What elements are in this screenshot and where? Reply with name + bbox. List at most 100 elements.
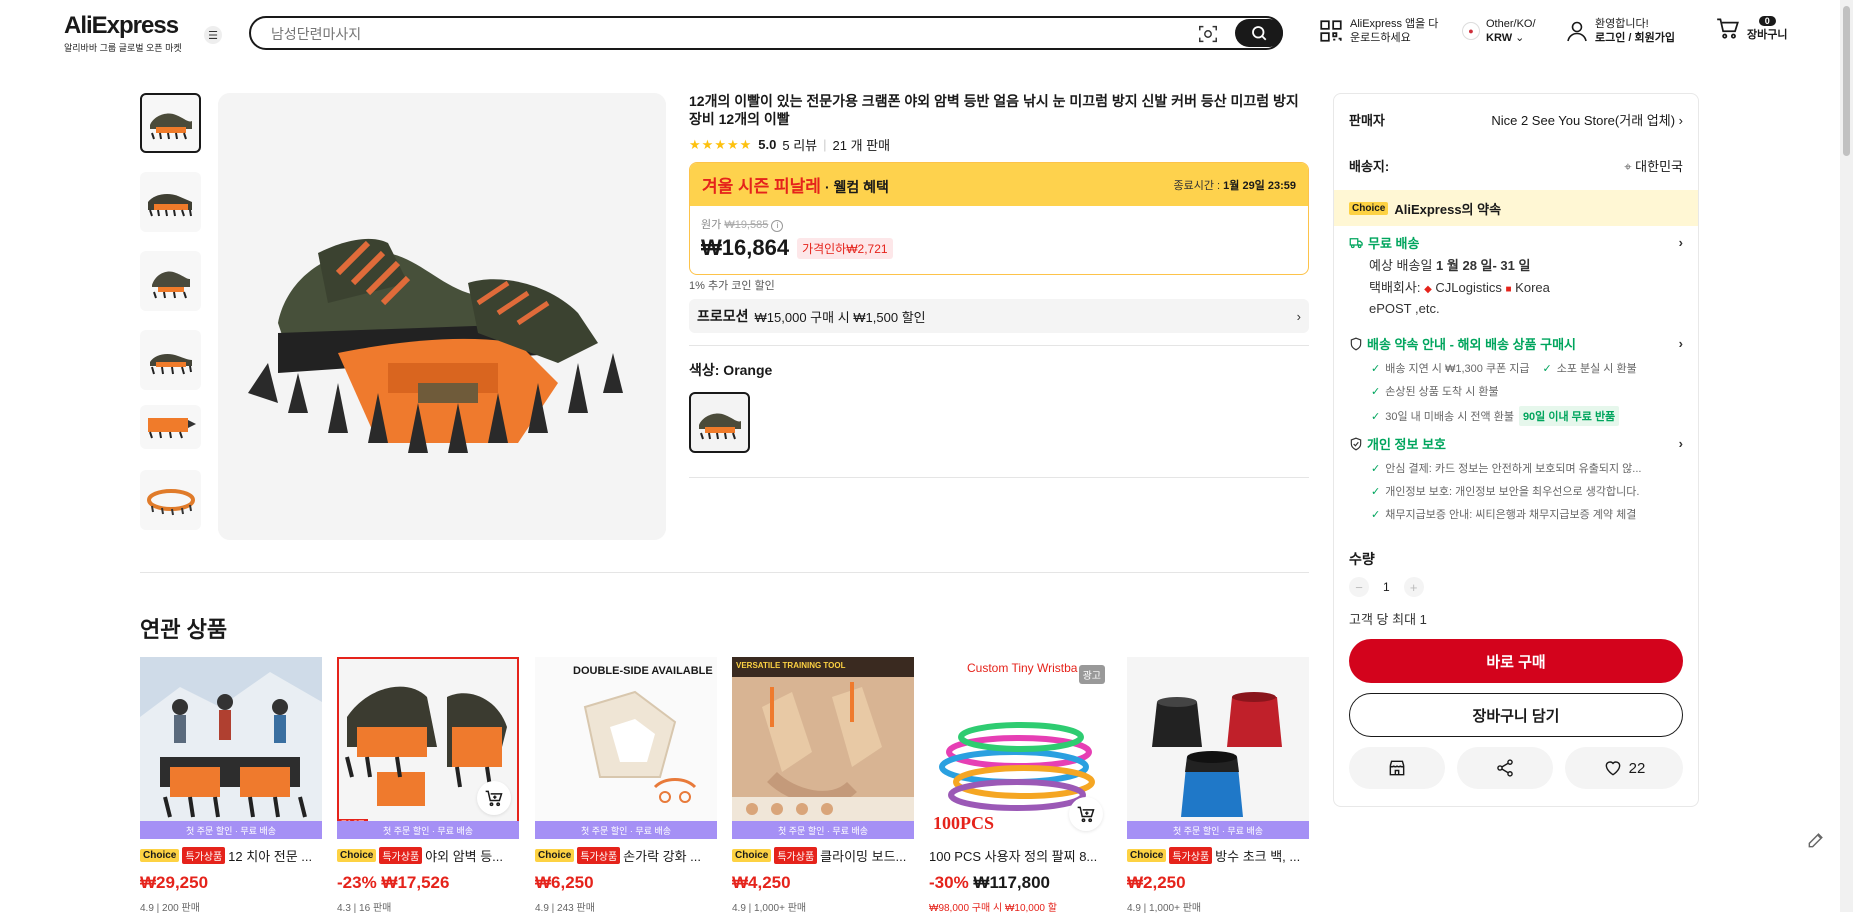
add-to-cart-button[interactable] [1069,797,1103,831]
promo-band: 첫 주문 할인 · 무료 배송 [1127,821,1309,839]
chevron-right-icon: › [1296,308,1301,324]
product-thumbnail[interactable]: DOUBLE-SIDE AVAILABLE 첫 주문 할인 · 무료 배송 [535,657,717,839]
deal-tag: 특가상품 [182,847,226,864]
gallery-thumb-1[interactable] [140,93,201,153]
related-product-card[interactable]: Custom Tiny Wristba 100PCS 광고 100 PCS 사용… [929,657,1111,914]
choice-tag: Choice [1349,201,1389,215]
wishlist-button[interactable]: 22 [1565,747,1683,789]
promotion-row[interactable]: 프로모션 ₩15,000 구매 시 ₩1,500 할인 › [689,299,1309,333]
reviews-link[interactable]: 5 리뷰 [782,135,817,154]
product-name[interactable]: 방수 초크 백, ... [1215,846,1300,865]
menu-icon[interactable]: ☰ [204,26,222,44]
privacy-block[interactable]: 개인 정보 보호 › ✓ 안심 결제: 카드 정보는 안전하게 보호되며 유출되지 … [1349,434,1683,522]
cj-logo-icon: ◆ [1424,284,1432,295]
increase-button[interactable]: + [1403,577,1424,597]
login-signup-text: 로그인 / 회원가입 [1595,32,1676,44]
promise-title: AliExpress의 약속 [1394,201,1502,217]
gallery-thumb-6[interactable] [140,470,201,530]
gallery-thumb-2[interactable] [140,172,201,232]
product-thumbnail[interactable]: 첫 주문 할인 · 무료 배송 [140,657,322,839]
region-selector[interactable]: ● Other/KO/KRW ⌄ [1462,17,1536,45]
buy-now-button[interactable]: 바로 구매 [1349,639,1683,683]
related-products-title: 연관 상품 [140,617,228,642]
product-thumbnail[interactable]: Custom Tiny Wristba 100PCS 광고 [929,657,1111,839]
related-product-card[interactable]: DOUBLE-SIDE AVAILABLE 첫 주문 할인 · 무료 배송 Ch… [535,657,717,914]
cart-button[interactable]: 0 장바구니 [1715,14,1787,42]
cart-plus-icon [485,790,503,807]
search-button[interactable] [1235,19,1283,47]
shipping-block[interactable]: 무료 배송 › 예상 배송일 1 월 28 일- 31 일 택배회사: ◆ CJL… [1349,233,1683,317]
app-text-1: AliExpress 앱을 다 [1350,18,1439,30]
check-icon: ✓ [1371,385,1381,398]
region-text: Other/KO/ [1486,18,1536,30]
product-name[interactable]: 100 PCS 사용자 정의 팔찌 8... [929,846,1097,865]
sale-header: 겨울 시즌 피날레 · 웰컴 혜택 종료시간 : 1월 29일 23:59 [690,163,1308,206]
account-menu[interactable]: 환영합니다! 로그인 / 회원가입 [1565,17,1675,45]
share-button[interactable] [1457,747,1553,789]
guarantee-item: 30일 내 미배송 시 전액 환불 [1385,411,1514,423]
color-label: 색상: Orange [689,362,773,378]
related-product-card[interactable]: VERSATILE TRAINING TOOL 첫 주문 할인 · 무료 배송 … [732,657,914,914]
quantity-stepper: − 1 + [1349,577,1424,597]
currency-text: KRW [1486,32,1513,44]
gallery-thumb-5[interactable] [140,405,201,449]
ship-to-value[interactable]: 대한민국 [1635,159,1683,174]
quantity-value[interactable]: 1 [1383,580,1390,594]
product-thumbnail[interactable]: FAST 첫 주문 할인 · 무료 배송 [337,657,519,839]
seller-row[interactable]: 판매자 Nice 2 See You Store(거래 업체) › [1349,110,1683,129]
scrollbar-thumb[interactable] [1843,6,1850,156]
app-download[interactable]: AliExpress 앱을 다운로드하세요 [1318,17,1438,45]
guarantee-item: 손상된 상품 도착 시 환불 [1385,386,1499,398]
decrease-button[interactable]: − [1349,577,1369,597]
gallery-thumb-4[interactable] [140,330,201,390]
product-name[interactable]: 클라이밍 보드... [820,846,906,865]
product-price: ₩29,250 [140,873,209,892]
cart-plus-icon [1077,806,1095,823]
store-button[interactable] [1349,747,1445,789]
product-name[interactable]: 야외 암벽 등... [425,846,503,865]
check-icon: ✓ [1542,362,1552,375]
color-option-orange[interactable] [689,392,750,453]
wishlist-count: 22 [1628,759,1646,777]
product-price: ₩4,250 [732,873,791,892]
product-thumbnail[interactable]: 첫 주문 할인 · 무료 배송 [1127,657,1309,839]
product-name[interactable]: 12 치아 전문 ... [228,846,312,865]
search-input[interactable] [271,24,1171,44]
related-product-card[interactable]: FAST 첫 주문 할인 · 무료 배송 Choice특가상품야외 암벽 등..… [337,657,519,914]
add-to-cart-button[interactable]: 장바구니 담기 [1349,693,1683,737]
promo-band: 첫 주문 할인 · 무료 배송 [337,821,519,839]
current-price: ₩16,864 [701,235,790,260]
discount-badge: 가격인하₩2,721 [797,237,893,259]
divider [689,477,1309,478]
sale-end-time: 종료시간 : 1월 29일 23:59 [1174,177,1297,193]
price-row: ₩16,864 가격인하₩2,721 [701,235,1297,261]
sale-end-value: 1월 29일 23:59 [1223,179,1296,192]
check-icon: ✓ [1371,362,1381,375]
check-icon: ✓ [1371,410,1381,423]
logo-text: AliExpress [64,12,179,39]
product-price: ₩2,250 [1127,873,1186,892]
chevron-down-icon: ⌄ [1515,32,1525,44]
main-product-image[interactable] [218,93,666,540]
rating-value: 5.0 [758,137,777,152]
related-product-card[interactable]: 첫 주문 할인 · 무료 배송 Choice 특가상품 12 치아 전문 ... ₩… [140,657,322,914]
ship-to-row[interactable]: 배송지: ⌖ 대한민국 [1349,156,1683,175]
info-icon[interactable]: i [771,220,784,232]
app-text-2: 운로드하세요 [1350,32,1411,44]
cart-count-badge: 0 [1758,16,1776,26]
logo-subtitle: 알리바바 그룹 글로벌 오픈 마켓 [64,43,182,53]
related-product-card[interactable]: 첫 주문 할인 · 무료 배송 Choice 특가상품 방수 초크 백, ... ₩… [1127,657,1309,914]
delivery-guarantee-block[interactable]: 배송 약속 안내 - 해외 배송 상품 구매시 › ✓ 배송 지연 시 ₩1,300… [1349,334,1683,426]
add-to-cart-button[interactable] [477,781,511,815]
free-shipping-label: 무료 배송 [1368,236,1420,251]
gallery-thumb-3[interactable] [140,251,201,311]
seller-name[interactable]: Nice 2 See You Store(거래 업체) [1491,113,1675,128]
edit-icon[interactable] [1806,830,1826,850]
store-icon [1389,760,1405,776]
discount-percent: -30% [929,873,969,892]
product-name[interactable]: 손가락 강화 ... [623,846,701,865]
aliexpress-logo[interactable]: AliExpress 알리바바 그룹 글로벌 오픈 마켓 [64,12,182,54]
product-thumbnail[interactable]: VERSATILE TRAINING TOOL 첫 주문 할인 · 무료 배송 [732,657,914,839]
star-rating-icon: ★★★★★ [689,136,752,152]
image-search-icon[interactable] [1197,23,1219,45]
